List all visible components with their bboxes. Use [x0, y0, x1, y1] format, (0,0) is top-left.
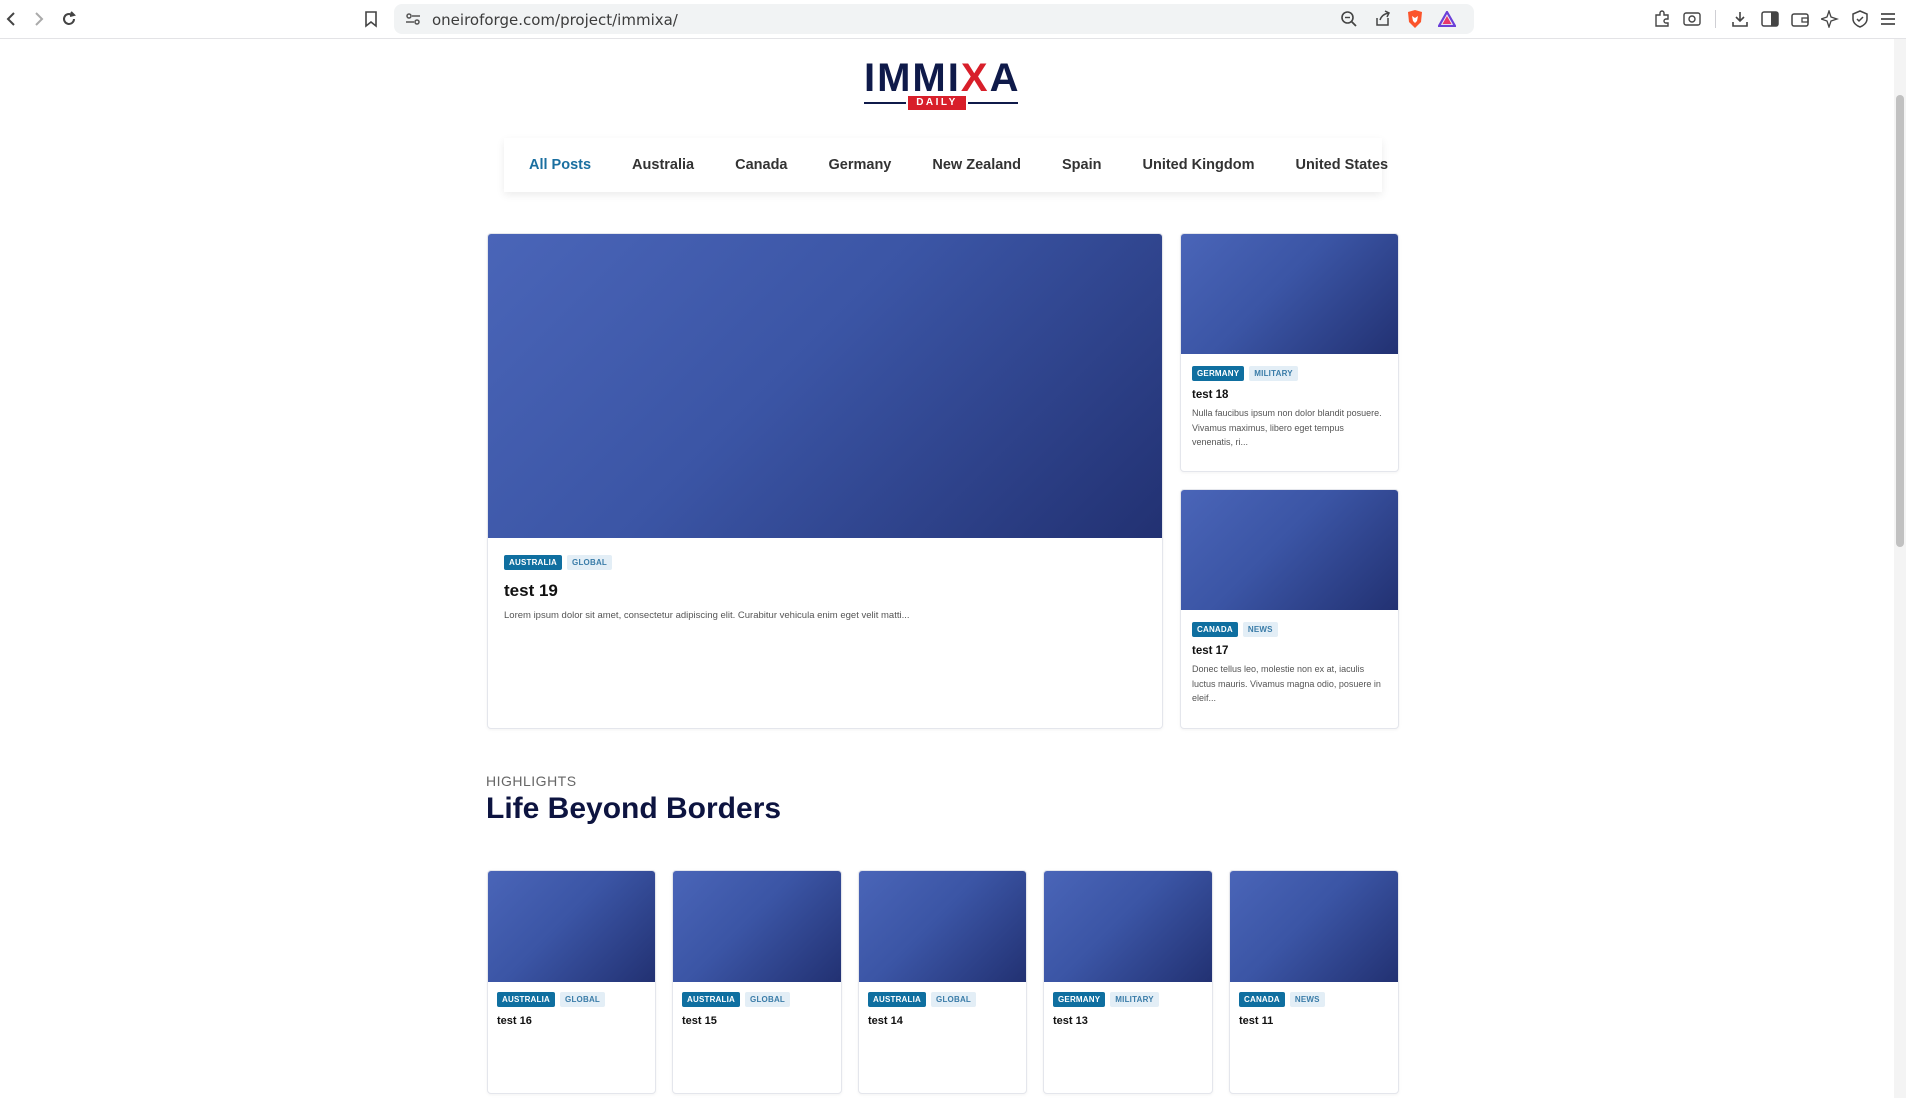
country-tag[interactable]: GERMANY [1192, 366, 1245, 381]
country-tag[interactable]: AUSTRALIA [682, 992, 741, 1007]
country-tag[interactable]: AUSTRALIA [868, 992, 927, 1007]
country-tag[interactable]: AUSTRALIA [497, 992, 556, 1007]
logo-wordmark: IMMIXA [864, 56, 1021, 100]
download-icon[interactable] [1730, 9, 1750, 29]
bookmark-icon[interactable] [360, 8, 382, 30]
screenshot-icon[interactable] [1682, 9, 1702, 29]
category-tag[interactable]: MILITARY [1249, 366, 1298, 381]
logo-rule-right [968, 102, 1018, 104]
nav-item-all-posts[interactable]: All Posts [529, 157, 591, 173]
zoom-icon[interactable] [1340, 10, 1358, 28]
post-thumbnail[interactable] [488, 234, 1162, 538]
post-tags: GERMANY MILITARY [1192, 366, 1387, 381]
reload-icon[interactable] [58, 8, 80, 30]
post-title[interactable]: test 13 [1053, 1015, 1203, 1027]
nav-item-spain[interactable]: Spain [1062, 157, 1101, 173]
post-thumbnail[interactable] [1181, 234, 1398, 354]
post-thumbnail[interactable] [1181, 490, 1398, 610]
sidebar-icon[interactable] [1760, 9, 1780, 29]
highlight-post-card[interactable]: AUSTRALIA GLOBAL test 14 [858, 870, 1027, 1094]
logo-tagline: DAILY [908, 96, 966, 110]
post-tags: AUSTRALIA GLOBAL [504, 555, 1146, 570]
back-icon[interactable] [0, 8, 22, 30]
nav-item-new-zealand[interactable]: New Zealand [932, 157, 1021, 173]
post-excerpt: Nulla faucibus ipsum non dolor blandit p… [1192, 408, 1382, 447]
category-tag[interactable]: GLOBAL [567, 555, 613, 570]
address-bar[interactable]: oneiroforge.com/project/immixa/ [394, 4, 1474, 34]
site-logo[interactable]: IMMIXA DAILY [862, 58, 1022, 110]
scrollbar-thumb[interactable] [1896, 95, 1904, 547]
leo-ai-icon[interactable] [1820, 9, 1840, 29]
nav-item-united-kingdom[interactable]: United Kingdom [1143, 157, 1255, 173]
share-icon[interactable] [1374, 10, 1392, 28]
post-title[interactable]: test 11 [1239, 1015, 1389, 1027]
post-title[interactable]: test 15 [682, 1015, 832, 1027]
site-info-icon[interactable] [404, 10, 422, 28]
category-tag[interactable]: MILITARY [1110, 992, 1159, 1007]
url-text[interactable]: oneiroforge.com/project/immixa/ [432, 11, 678, 29]
section-kicker: HIGHLIGHTS [486, 773, 577, 789]
post-thumbnail[interactable] [1044, 871, 1212, 982]
menu-icon[interactable] [1878, 9, 1898, 29]
post-tags: AUSTRALIA GLOBAL [682, 992, 832, 1007]
side-post-card[interactable]: CANADA NEWS test 17 Donec tellus leo, mo… [1180, 489, 1399, 729]
toolbar-divider [1715, 10, 1716, 28]
post-tags: CANADA NEWS [1239, 992, 1389, 1007]
country-tag[interactable]: AUSTRALIA [504, 555, 563, 570]
vpn-shield-icon[interactable] [1850, 9, 1870, 29]
highlight-post-card[interactable]: GERMANY MILITARY test 13 [1043, 870, 1213, 1094]
post-tags: GERMANY MILITARY [1053, 992, 1203, 1007]
nav-item-united-states[interactable]: United States [1295, 157, 1388, 173]
highlight-post-card[interactable]: AUSTRALIA GLOBAL test 15 [672, 870, 842, 1094]
category-nav: All Posts Australia Canada Germany New Z… [504, 138, 1388, 192]
logo-rule-left [864, 102, 906, 104]
nav-item-canada[interactable]: Canada [735, 157, 787, 173]
category-tag[interactable]: NEWS [1242, 622, 1278, 637]
section-title: Life Beyond Borders [486, 792, 782, 825]
featured-post-card[interactable]: AUSTRALIA GLOBAL test 19 Lorem ipsum dol… [487, 233, 1163, 729]
brave-shield-icon[interactable] [1406, 10, 1424, 28]
category-tag[interactable]: GLOBAL [931, 992, 977, 1007]
forward-icon[interactable] [28, 8, 50, 30]
post-tags: AUSTRALIA GLOBAL [497, 992, 646, 1007]
post-title[interactable]: test 18 [1192, 389, 1387, 401]
category-tag[interactable]: GLOBAL [745, 992, 791, 1007]
post-thumbnail[interactable] [1230, 871, 1398, 982]
post-excerpt: Donec tellus leo, molestie non ex at, ia… [1192, 664, 1381, 703]
highlight-post-card[interactable]: CANADA NEWS test 11 [1229, 870, 1399, 1094]
country-tag[interactable]: GERMANY [1053, 992, 1106, 1007]
category-tag[interactable]: GLOBAL [560, 992, 606, 1007]
wallet-icon[interactable] [1790, 9, 1810, 29]
page-scrollbar[interactable] [1894, 39, 1906, 1098]
side-post-card[interactable]: GERMANY MILITARY test 18 Nulla faucibus … [1180, 233, 1399, 472]
nav-item-germany[interactable]: Germany [829, 157, 892, 173]
post-thumbnail[interactable] [673, 871, 841, 982]
post-tags: AUSTRALIA GLOBAL [868, 992, 1017, 1007]
post-title[interactable]: test 17 [1192, 645, 1387, 657]
browser-toolbar: oneiroforge.com/project/immixa/ [0, 0, 1906, 39]
extensions-icon[interactable] [1652, 9, 1672, 29]
post-excerpt: Lorem ipsum dolor sit amet, consectetur … [504, 610, 910, 621]
post-title[interactable]: test 16 [497, 1015, 646, 1027]
nav-item-australia[interactable]: Australia [632, 157, 694, 173]
country-tag[interactable]: CANADA [1192, 622, 1238, 637]
post-thumbnail[interactable] [859, 871, 1026, 982]
post-tags: CANADA NEWS [1192, 622, 1387, 637]
post-title[interactable]: test 14 [868, 1015, 1017, 1027]
category-tag[interactable]: NEWS [1289, 992, 1325, 1007]
country-tag[interactable]: CANADA [1239, 992, 1285, 1007]
highlight-post-card[interactable]: AUSTRALIA GLOBAL test 16 [487, 870, 656, 1094]
post-thumbnail[interactable] [488, 871, 655, 982]
brave-rewards-icon[interactable] [1438, 10, 1456, 28]
post-title[interactable]: test 19 [504, 581, 1146, 601]
